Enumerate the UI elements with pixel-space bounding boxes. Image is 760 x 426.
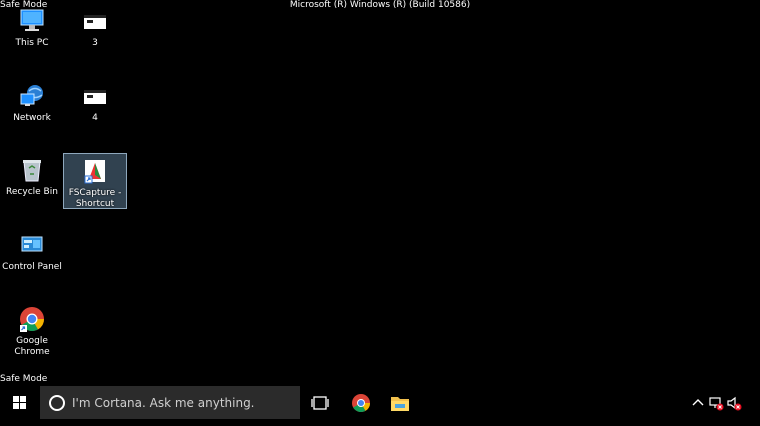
desktop-icon-label: FSCapture - Shortcut [68,188,122,209]
desktop-icon-label: 3 [92,38,98,48]
start-button[interactable] [0,385,38,422]
desktop-icon-recycle-bin[interactable]: Recycle Bin [0,153,64,198]
taskbar-file-explorer-button[interactable] [380,387,420,420]
desktop-icon-label: Google Chrome [14,336,50,357]
taskbar: I'm Cortana. Ask me anything. [0,385,760,422]
cortana-placeholder: I'm Cortana. Ask me anything. [72,396,255,410]
desktop-icon-control-panel[interactable]: Control Panel [0,228,64,273]
recycle-bin-icon [18,156,46,184]
windows-logo-icon [13,396,26,409]
window-shortcut-icon [81,7,109,35]
computer-icon [18,7,46,35]
chevron-up-icon[interactable] [690,395,706,411]
desktop-icon-label: Control Panel [2,262,62,272]
desktop-icon-label: Network [13,113,51,123]
chrome-icon [352,394,370,413]
network-icon [18,82,46,110]
desktop-icon-google-chrome[interactable]: Google Chrome [0,302,64,358]
desktop-icon-4[interactable]: 4 [63,79,127,124]
task-view-button[interactable] [300,387,340,420]
desktop-icon-label: This PC [15,38,49,48]
volume-muted-icon[interactable] [726,395,742,411]
folder-icon [391,397,409,411]
desktop-icon-3[interactable]: 3 [63,4,127,49]
chrome-icon [18,305,46,333]
desktop-icon-network[interactable]: Network [0,79,64,124]
desktop-icon-this-pc[interactable]: This PC [0,4,64,49]
window-shortcut-icon [81,82,109,110]
control-panel-icon [18,231,46,259]
fscapture-icon [81,157,109,185]
cortana-ring-icon [49,395,65,411]
network-disconnected-icon[interactable] [708,395,724,411]
safe-mode-label-bottom: Safe Mode [0,374,48,384]
system-tray [690,385,760,422]
task-view-icon [311,396,329,410]
desktop-icon-label: 4 [92,113,98,123]
desktop-icon-label: Recycle Bin [6,187,58,197]
cortana-search-box[interactable]: I'm Cortana. Ask me anything. [40,386,300,419]
desktop-icon-fscapture-shortcut[interactable]: FSCapture - Shortcut [63,153,127,209]
taskbar-chrome-button[interactable] [341,387,381,420]
